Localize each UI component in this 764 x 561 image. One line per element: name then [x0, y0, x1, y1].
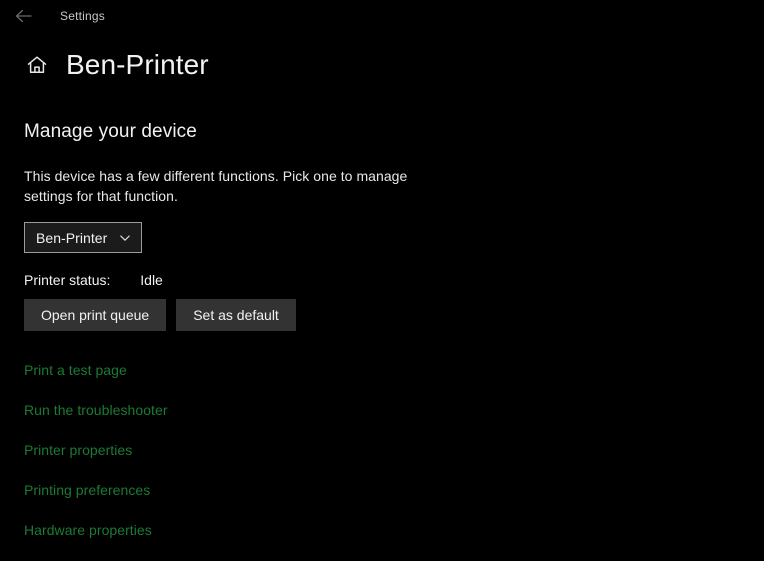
link-print-a-test-page[interactable]: Print a test page	[24, 361, 127, 379]
device-dropdown[interactable]: Ben-Printer	[24, 222, 142, 253]
page-title: Ben-Printer	[66, 48, 209, 82]
printer-status-label: Printer status:	[24, 272, 110, 288]
link-hardware-properties[interactable]: Hardware properties	[24, 521, 152, 539]
open-print-queue-button[interactable]: Open print queue	[24, 299, 166, 331]
back-button[interactable]	[6, 1, 42, 31]
section-heading: Manage your device	[24, 120, 494, 144]
link-run-the-troubleshooter[interactable]: Run the troubleshooter	[24, 401, 168, 419]
page-header: Ben-Printer	[22, 48, 209, 82]
main-content: Manage your device This device has a few…	[24, 120, 494, 561]
device-dropdown-value: Ben-Printer	[36, 230, 107, 246]
settings-window: Settings Ben-Printer Manage your device …	[0, 0, 764, 538]
printer-status-value: Idle	[140, 272, 163, 288]
link-printing-preferences[interactable]: Printing preferences	[24, 481, 150, 499]
section-description: This device has a few different function…	[24, 166, 436, 206]
window-title: Settings	[60, 9, 105, 23]
action-button-row: Open print queue Set as default	[24, 299, 494, 331]
back-arrow-icon	[14, 8, 34, 24]
related-links-list: Print a test page Run the troubleshooter…	[24, 361, 494, 561]
printer-status-row: Printer status: Idle	[24, 271, 494, 289]
home-icon[interactable]	[22, 50, 52, 80]
link-printer-properties[interactable]: Printer properties	[24, 441, 132, 459]
chevron-down-icon	[118, 231, 132, 245]
window-titlebar: Settings	[0, 0, 764, 32]
set-as-default-button[interactable]: Set as default	[176, 299, 296, 331]
